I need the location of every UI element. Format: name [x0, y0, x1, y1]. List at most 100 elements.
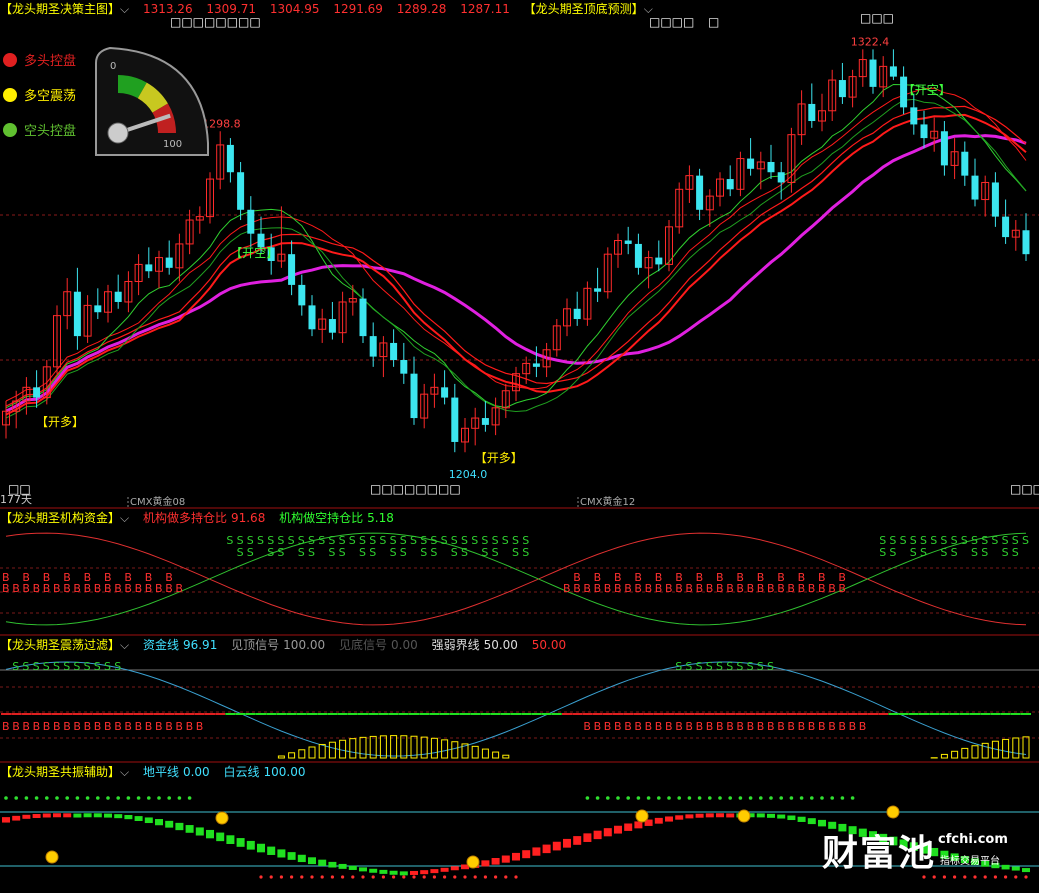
- candle-body: [400, 360, 408, 374]
- top-dot: [96, 796, 100, 800]
- cloud-line-label: 白云线: [223, 765, 260, 779]
- buy-mark: B: [2, 571, 10, 584]
- bottom-dot: [473, 875, 477, 879]
- fund-line: [5, 661, 1027, 757]
- sell-mark: S: [502, 534, 509, 547]
- resonance-block: [420, 870, 429, 875]
- resonance-block: [603, 828, 612, 837]
- buy-mark: B: [124, 571, 132, 584]
- buy-mark: B: [838, 571, 846, 584]
- panel1-title[interactable]: 【龙头期圣决策主图】: [0, 2, 120, 16]
- top-dot: [748, 796, 753, 800]
- buy-mark: B: [22, 571, 30, 584]
- resonance-block: [389, 870, 398, 875]
- buy-mark: B: [798, 720, 806, 733]
- bottom-dot: [371, 875, 375, 879]
- bottom-bar: [502, 754, 510, 759]
- candle-body: [481, 418, 489, 425]
- bottom-bar: [1002, 738, 1010, 759]
- bottom-bar: [951, 750, 959, 759]
- bottom-bar: [339, 739, 347, 759]
- chevron-down-icon[interactable]: ⌵: [120, 638, 129, 652]
- candle-body: [298, 284, 306, 306]
- resonance-block: [767, 813, 775, 818]
- ma-value-3: 1304.95: [269, 2, 320, 16]
- buy-mark: B: [175, 720, 183, 733]
- short-ratio-value: 5.18: [367, 511, 394, 525]
- sell-mark: S: [267, 546, 274, 559]
- buy-mark: B: [747, 720, 755, 733]
- buy-mark: B: [604, 720, 612, 733]
- buy-mark: B: [124, 720, 132, 733]
- candle-body: [594, 288, 602, 292]
- buy-mark: B: [838, 720, 846, 733]
- open-long-label-mid: 【开多】: [475, 451, 523, 465]
- resonance-block: [348, 865, 357, 870]
- panel1-title2[interactable]: 【龙头期圣顶底预测】: [524, 2, 644, 16]
- candle-body: [747, 158, 755, 169]
- candle-body: [910, 107, 918, 125]
- buy-mark: B: [135, 720, 143, 733]
- resonance-block: [226, 835, 235, 844]
- resonance-block: [685, 814, 694, 819]
- bottom-dot: [494, 875, 498, 879]
- sell-mark: S: [420, 546, 427, 559]
- buy-mark: B: [2, 720, 10, 733]
- resonance-block: [675, 815, 684, 820]
- resonance-block: [573, 836, 582, 845]
- resonance-block: [654, 817, 663, 824]
- chevron-down-icon[interactable]: ⌵: [120, 765, 129, 779]
- bottom-bar: [940, 753, 948, 759]
- long-ratio-label: 机构做多持仓比: [142, 511, 227, 525]
- top-dot: [718, 796, 722, 800]
- sell-mark: S: [441, 534, 448, 547]
- resonance-block: [165, 820, 174, 828]
- buy-mark: B: [12, 582, 20, 595]
- candle-body: [451, 397, 459, 442]
- chevron-down-icon[interactable]: ⌵: [120, 511, 129, 525]
- sell-mark: S: [359, 546, 366, 559]
- panel4-header: 【龙头期圣共振辅助】⌵ 地平线 0.00 白云线 100.00: [0, 763, 316, 781]
- sell-mark: S: [12, 660, 19, 673]
- bottom-bar: [277, 755, 285, 759]
- open-long-label-left: 【开多】: [36, 415, 84, 429]
- top-dot: [687, 796, 692, 800]
- top-dot: [14, 796, 18, 800]
- candle-body: [145, 264, 153, 272]
- panel3-title[interactable]: 【龙头期圣震荡过滤】: [0, 638, 120, 652]
- candle-body: [624, 240, 632, 244]
- sell-mark: S: [1012, 546, 1019, 559]
- resonance-block: [807, 818, 816, 825]
- sell-mark: S: [73, 660, 80, 673]
- resonance-block: [593, 830, 602, 840]
- top-dot: [636, 796, 641, 800]
- chevron-down-icon[interactable]: ⌵: [120, 2, 129, 16]
- sell-mark: S: [318, 534, 325, 547]
- panel4-title[interactable]: 【龙头期圣共振辅助】: [0, 765, 120, 779]
- sell-mark: S: [696, 660, 703, 673]
- buy-mark: B: [624, 582, 632, 595]
- top-dot: [677, 796, 681, 800]
- resonance-block: [624, 823, 633, 831]
- top-dot: [626, 796, 630, 800]
- panel2-title[interactable]: 【龙头期圣机构资金】: [0, 511, 120, 525]
- bottom-dot: [453, 875, 457, 879]
- bottom-dot: [341, 875, 345, 879]
- buy-mark: B: [84, 720, 92, 733]
- candle-body: [390, 342, 398, 361]
- bottom-dot: [993, 875, 998, 879]
- candle-body: [767, 161, 775, 173]
- buy-mark: B: [828, 720, 836, 733]
- sell-mark: S: [257, 534, 264, 547]
- buy-mark: B: [767, 720, 775, 733]
- top-dot: [728, 796, 732, 800]
- sell-mark: S: [757, 660, 764, 673]
- top-dot: [126, 796, 131, 800]
- buy-mark: B: [828, 582, 836, 595]
- top-dot: [820, 796, 824, 800]
- resonance-block: [756, 813, 765, 818]
- buy-mark: B: [859, 720, 867, 733]
- buy-mark: B: [757, 571, 765, 584]
- buy-mark: B: [583, 720, 591, 733]
- top-signal-label: 见顶信号: [231, 638, 280, 652]
